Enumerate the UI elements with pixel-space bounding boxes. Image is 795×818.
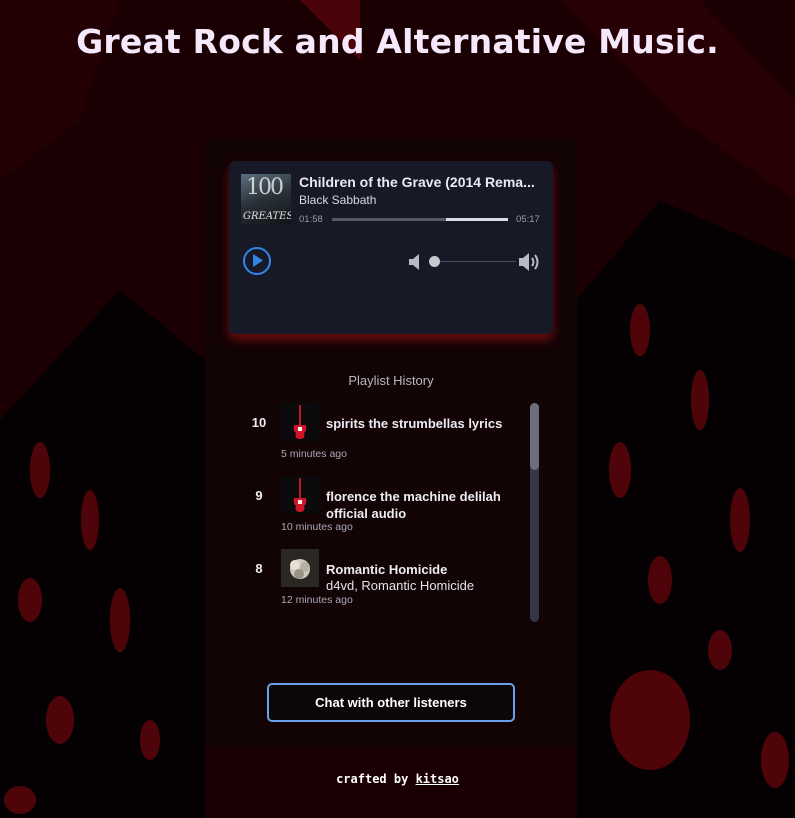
guitar-icon [293, 478, 307, 512]
play-button[interactable] [243, 247, 271, 275]
author-link[interactable]: kitsao [416, 772, 459, 786]
progress-buffer [446, 218, 508, 221]
history-rank: 9 [255, 488, 263, 503]
list-item[interactable]: 9 florence the machine delilah official … [235, 471, 520, 541]
scrollbar-thumb[interactable] [530, 403, 539, 470]
album-cover-word: GREATEST [243, 211, 291, 222]
flower-thumbnail [281, 549, 319, 587]
album-cover-number: 100 [246, 175, 284, 200]
current-time: 01:58 [299, 214, 323, 225]
history-track-title: Romantic Homicide [326, 562, 448, 577]
volume-knob[interactable] [429, 256, 440, 267]
track-artist: Black Sabbath [299, 193, 377, 207]
history-scrollbar[interactable] [530, 403, 539, 622]
volume-mute-icon[interactable] [409, 254, 421, 270]
list-item[interactable]: 8 Romantic Homicide d4vd, Romantic Homic… [235, 544, 520, 614]
history-title: Playlist History [348, 373, 434, 388]
list-item[interactable]: 10 spirits the strumbellas lyrics 5 minu… [235, 398, 520, 468]
history-time: 5 minutes ago [281, 448, 347, 460]
flower-icon [281, 549, 319, 587]
page-title: Great Rock and Alternative Music. [76, 22, 719, 61]
history-list: 10 spirits the strumbellas lyrics 5 minu… [235, 398, 545, 624]
history-rank: 8 [255, 561, 263, 576]
guitar-icon [293, 405, 307, 439]
history-track-artist: d4vd, Romantic Homicide [326, 578, 475, 593]
audio-player: 100 GREATEST Children of the Grave (2014… [229, 161, 553, 334]
chat-button[interactable]: Chat with other listeners [267, 683, 515, 722]
history-track-title: spirits the strumbellas lyrics [326, 416, 503, 431]
play-icon [253, 254, 263, 267]
progress-bar[interactable] [332, 218, 508, 221]
history-track-title: florence the machine delilah official au… [326, 489, 501, 521]
track-title: Children of the Grave (2014 Rema... [299, 174, 535, 190]
red-guitar-thumbnail [281, 476, 319, 514]
history-time: 10 minutes ago [281, 521, 353, 533]
red-guitar-thumbnail [281, 403, 319, 441]
footer: crafted by kitsao [0, 772, 795, 786]
volume-slider[interactable] [429, 256, 516, 267]
footer-prefix: crafted by [336, 772, 416, 786]
history-rank: 10 [251, 415, 267, 430]
duration: 05:17 [516, 214, 540, 225]
volume-max-icon[interactable] [519, 252, 541, 272]
history-time: 12 minutes ago [281, 594, 353, 606]
album-cover: 100 GREATEST [241, 174, 291, 224]
